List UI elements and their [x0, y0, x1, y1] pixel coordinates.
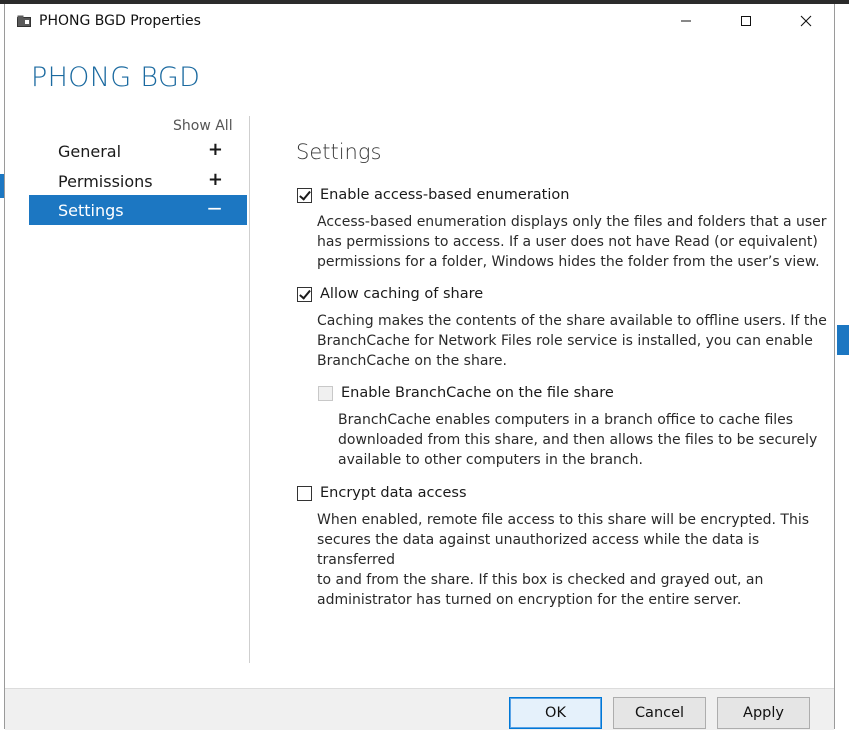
- nav-item-label: Permissions: [58, 171, 153, 191]
- nav-item-permissions[interactable]: Permissions +: [29, 166, 247, 196]
- background-selection-right: [837, 325, 849, 355]
- button-bar: [5, 688, 834, 730]
- minimize-button[interactable]: [656, 4, 716, 38]
- encrypt-data-description: When enabled, remote file access to this…: [317, 510, 834, 610]
- access-based-enumeration-description: Access-based enumeration displays only t…: [317, 212, 827, 272]
- description-line: permissions for a folder, Windows hides …: [317, 254, 820, 270]
- description-line: Caching makes the contents of the share …: [317, 313, 827, 329]
- section-title: Settings: [296, 140, 382, 164]
- minimize-icon: [681, 20, 691, 22]
- branchcache-option: Enable BranchCache on the file share: [318, 385, 614, 401]
- window-title: PHONG BGD Properties: [39, 13, 201, 29]
- description-line: to and from the share. If this box is ch…: [317, 572, 764, 588]
- maximize-icon: [741, 16, 751, 26]
- expand-icon: +: [207, 139, 223, 160]
- description-line: available to other computers in the bran…: [338, 452, 643, 468]
- description-line: has permissions to access. If a user doe…: [317, 234, 818, 250]
- description-line: BranchCache on the share.: [317, 353, 507, 369]
- nav-item-label: Settings: [58, 200, 124, 220]
- description-line: secures the data against unauthorized ac…: [317, 532, 760, 568]
- show-all-link[interactable]: Show All: [173, 118, 233, 134]
- nav-item-general[interactable]: General +: [29, 136, 247, 166]
- title-bar[interactable]: PHONG BGD Properties: [5, 4, 834, 38]
- maximize-button[interactable]: [716, 4, 776, 38]
- checkbox-label: Allow caching of share: [320, 286, 484, 302]
- description-line: When enabled, remote file access to this…: [317, 512, 809, 528]
- access-based-enumeration-option[interactable]: Enable access-based enumeration: [297, 187, 569, 203]
- shared-folder-icon: [17, 15, 31, 27]
- close-button[interactable]: [776, 4, 836, 38]
- description-line: BranchCache for Network Files role servi…: [317, 333, 813, 349]
- properties-dialog: PHONG BGD Properties PHONG BGD Show All …: [4, 4, 835, 730]
- nav-item-settings[interactable]: Settings −: [29, 195, 247, 225]
- page-heading: PHONG BGD: [31, 62, 201, 93]
- description-line: Access-based enumeration displays only t…: [317, 214, 827, 230]
- encrypt-data-option[interactable]: Encrypt data access: [297, 485, 467, 501]
- access-based-enumeration-checkbox[interactable]: [297, 187, 312, 203]
- checkbox-label: Encrypt data access: [320, 485, 467, 501]
- checkbox-label: Enable BranchCache on the file share: [341, 385, 614, 401]
- close-icon: [800, 15, 812, 27]
- expand-icon: +: [207, 169, 223, 190]
- branchcache-checkbox: [318, 385, 333, 401]
- branchcache-description: BranchCache enables computers in a branc…: [338, 410, 817, 470]
- nav-divider: [249, 116, 250, 663]
- checkbox-label: Enable access-based enumeration: [320, 187, 570, 203]
- cancel-button[interactable]: Cancel: [613, 697, 706, 729]
- allow-caching-description: Caching makes the contents of the share …: [317, 311, 827, 371]
- nav-item-label: General: [58, 141, 122, 161]
- allow-caching-checkbox[interactable]: [297, 286, 312, 302]
- encrypt-data-checkbox[interactable]: [297, 485, 312, 501]
- allow-caching-option[interactable]: Allow caching of share: [297, 286, 483, 302]
- apply-button[interactable]: Apply: [717, 697, 810, 729]
- collapse-icon: −: [206, 196, 223, 220]
- description-line: administrator has turned on encryption f…: [317, 592, 742, 608]
- description-line: BranchCache enables computers in a branc…: [338, 412, 794, 428]
- ok-button[interactable]: OK: [509, 697, 602, 729]
- description-line: downloaded from this share, and then all…: [338, 432, 818, 448]
